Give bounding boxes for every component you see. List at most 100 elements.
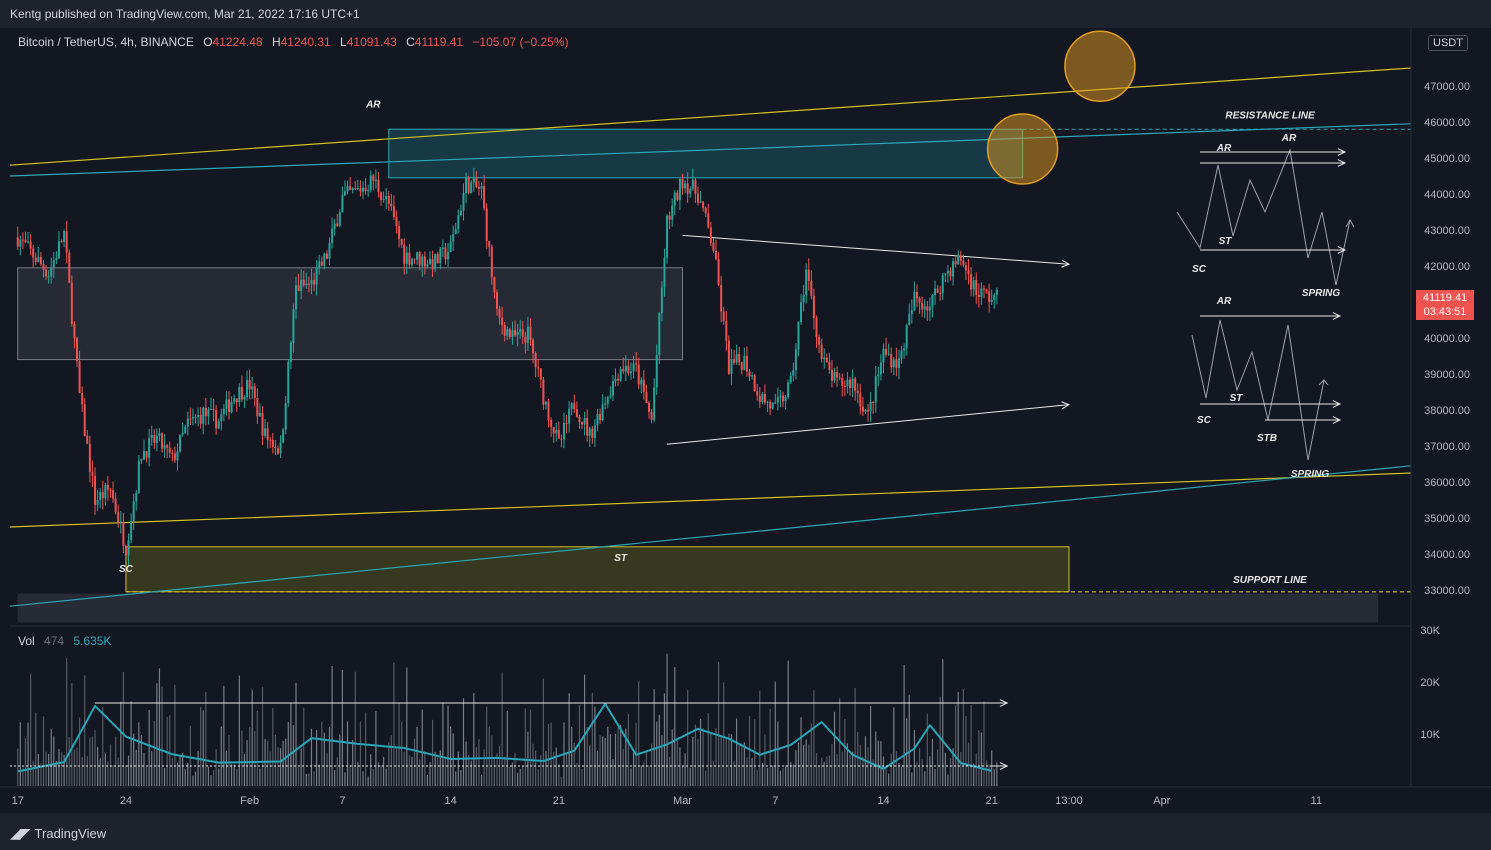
time-tick-label: 7	[339, 795, 345, 807]
schematic-label: SPRING	[1291, 469, 1330, 480]
volume-bar	[372, 769, 374, 786]
candle	[673, 190, 676, 216]
candle	[264, 418, 267, 439]
candle	[774, 393, 777, 405]
volume-bar	[983, 701, 985, 786]
candle	[114, 492, 117, 515]
candle	[346, 180, 349, 195]
volume-bar	[367, 776, 369, 786]
volume-bar	[94, 729, 96, 786]
price-tick-label: 47000.00	[1424, 81, 1470, 93]
volume-bar	[622, 748, 624, 786]
volume-bar	[728, 733, 730, 786]
candle	[24, 231, 27, 243]
volume-bar	[403, 751, 405, 786]
volume-bar	[931, 738, 934, 786]
schematic-label: AR	[1281, 133, 1297, 144]
candle	[179, 434, 182, 453]
candle	[68, 249, 71, 283]
yellow-lower-trendline	[9, 472, 1412, 528]
volume-bar	[885, 766, 887, 786]
candle	[555, 422, 558, 442]
candle	[565, 415, 568, 434]
candle	[171, 449, 174, 462]
volume-bar	[702, 728, 704, 786]
candle	[704, 206, 707, 218]
candle	[436, 251, 439, 264]
currency-button[interactable]: USDT	[1428, 35, 1468, 51]
volume-bar	[207, 767, 210, 786]
volume-bar	[192, 775, 194, 786]
candle	[382, 191, 385, 203]
volume-bar	[540, 755, 542, 786]
candle	[784, 394, 787, 410]
candle	[995, 287, 998, 305]
volume-bar	[818, 766, 820, 786]
candle	[851, 369, 854, 398]
candle	[944, 273, 947, 283]
candle	[16, 226, 19, 250]
candle	[385, 188, 388, 209]
candle	[611, 375, 614, 402]
candle	[542, 377, 545, 410]
volume-bar	[586, 726, 588, 786]
volume-bar	[305, 773, 307, 786]
volume-bar	[138, 722, 140, 786]
volume-bar	[66, 658, 68, 786]
annotation-label: SUPPORT LINE	[1233, 575, 1307, 586]
volume-bar	[828, 755, 830, 786]
volume-bar	[383, 756, 385, 786]
volume-bar	[493, 756, 496, 786]
volume-bar	[148, 709, 150, 786]
price-tick-label: 35000.00	[1424, 513, 1470, 525]
candle	[271, 432, 274, 454]
volume-bar	[292, 725, 295, 786]
candle	[29, 233, 32, 256]
candle	[761, 391, 764, 405]
volume-bar	[120, 701, 122, 786]
candle	[640, 377, 643, 394]
candle	[617, 373, 620, 386]
candle	[282, 427, 285, 444]
volume-bar	[401, 721, 403, 786]
price-chart[interactable]: AR AR ST SC SPRING AR ST SC STB SPRING AR SC ST RESI…	[0, 0, 1491, 850]
price-tick-label: 45000.00	[1424, 153, 1470, 165]
volume-bar	[653, 689, 655, 786]
volume-bar	[792, 764, 794, 786]
candle	[699, 191, 702, 204]
candle	[215, 404, 218, 435]
candle	[740, 361, 743, 375]
volume-bar	[638, 681, 640, 786]
candle	[758, 386, 761, 409]
candle	[975, 272, 978, 304]
volume-bar	[522, 766, 524, 786]
candle	[885, 337, 888, 358]
volume-bar	[362, 771, 364, 786]
candle	[648, 401, 651, 419]
volume-bar	[658, 714, 660, 786]
volume-bar	[434, 751, 436, 786]
candle	[416, 251, 419, 265]
volume-bar	[800, 717, 802, 786]
candle	[439, 247, 442, 270]
volume-bar	[769, 709, 771, 786]
schematic1-st-arrow	[1200, 246, 1347, 254]
candle	[140, 458, 143, 464]
volume-bar	[810, 723, 812, 786]
volume-bar	[509, 766, 511, 786]
volume-bar	[527, 731, 529, 786]
candle	[637, 357, 640, 389]
volume-bar	[450, 726, 452, 786]
tradingview-logo[interactable]: ◢◤ TradingView	[10, 825, 106, 842]
volume-bar	[81, 756, 83, 786]
candle	[735, 344, 738, 365]
volume-bar	[797, 742, 800, 786]
volume-bar	[725, 737, 727, 786]
volume-bar	[60, 752, 63, 786]
volume-bar	[782, 768, 784, 786]
candle	[557, 421, 560, 439]
volume-bar	[200, 706, 202, 786]
candle	[578, 414, 581, 429]
price-tick-label: 44000.00	[1424, 189, 1470, 201]
candle	[289, 340, 292, 370]
